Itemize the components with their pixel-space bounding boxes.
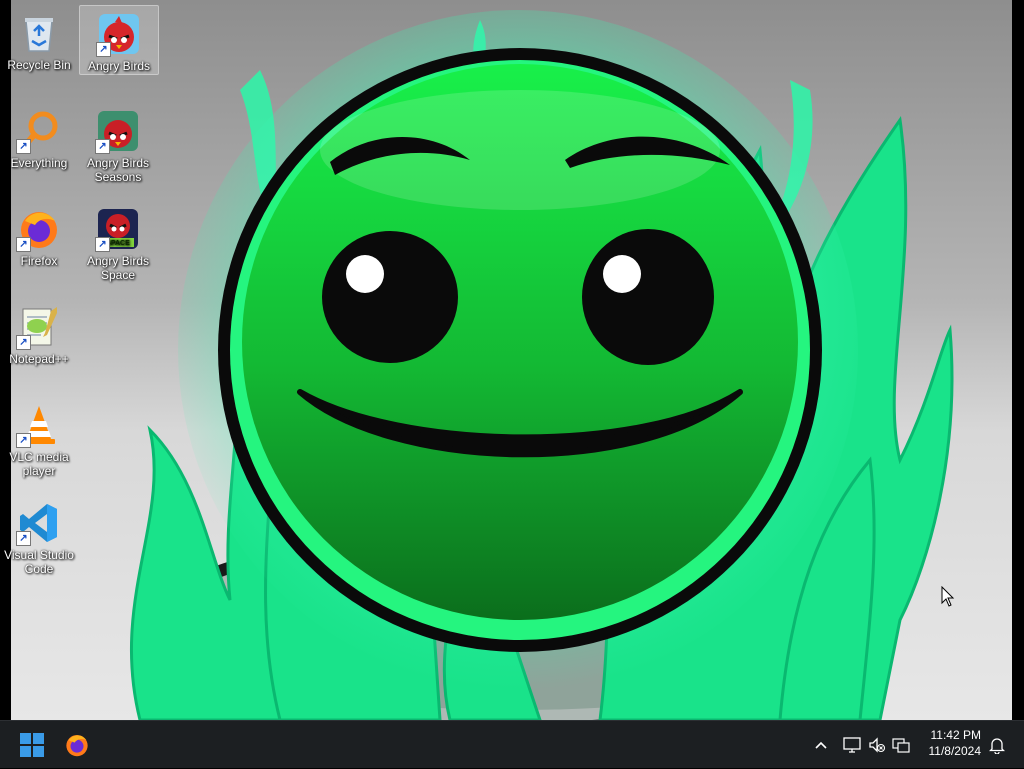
desktop[interactable]: Recycle Bin ↗ Angry Birds ↗ Everything ↗… <box>0 0 1024 720</box>
shortcut-arrow-icon: ↗ <box>16 139 31 154</box>
angry-birds-seasons-icon: ↗ <box>95 109 140 154</box>
vlc-icon: ↗ <box>16 403 61 448</box>
clock-date: 11/8/2024 <box>928 744 982 758</box>
tray-overflow-chevron-icon[interactable] <box>810 734 832 756</box>
taskbar: 11:42 PM 11/8/2024 <box>0 720 1024 768</box>
shortcut-arrow-icon: ↗ <box>16 335 31 350</box>
desktop-icon-vlc[interactable]: ↗ VLC media player <box>0 397 78 478</box>
firefox-icon <box>66 734 88 757</box>
firefox-icon: ↗ <box>16 207 61 252</box>
notepad-plus-plus-icon: ↗ <box>16 305 61 350</box>
desktop-icon-recycle-bin[interactable]: Recycle Bin <box>0 5 78 72</box>
desktop-icon-notepad-plus-plus[interactable]: ↗ Notepad++ <box>0 299 78 366</box>
desktop-right-border <box>1012 0 1024 720</box>
everything-search-icon: ↗ <box>16 109 61 154</box>
system-clock[interactable]: 11:42 PM 11/8/2024 <box>911 727 982 759</box>
clock-time: 11:42 PM <box>930 728 981 742</box>
angry-birds-space-icon: SPACE ↗ <box>95 207 140 252</box>
desktop-icon-firefox[interactable]: ↗ Firefox <box>0 201 78 268</box>
desktop-icon-label: Angry Birds Seasons <box>86 156 150 184</box>
desktop-icon-label: Everything <box>10 156 68 170</box>
angry-birds-icon: ↗ <box>96 12 141 57</box>
desktop-icon-label: Notepad++ <box>9 352 69 366</box>
desktop-icon-everything[interactable]: ↗ Everything <box>0 103 78 170</box>
desktop-icon-label: VLC media player <box>9 450 69 478</box>
volume-muted-icon[interactable] <box>866 734 888 756</box>
mouse-cursor-icon <box>941 586 955 607</box>
bell-icon[interactable] <box>986 734 1008 756</box>
desktop-icon-label: Visual Studio Code <box>4 548 74 576</box>
language-icon[interactable] <box>890 734 912 756</box>
windows-start-icon <box>20 733 44 757</box>
desktop-icon-label: Angry Birds Space <box>86 254 150 282</box>
desktop-icon-vscode[interactable]: ↗ Visual Studio Code <box>0 495 78 576</box>
desktop-icon-label: Recycle Bin <box>7 58 71 72</box>
network-icon[interactable] <box>841 734 863 756</box>
desktop-icon-label: Firefox <box>20 254 58 268</box>
desktop-icon-label: Angry Birds <box>87 59 151 73</box>
shortcut-arrow-icon: ↗ <box>16 433 31 448</box>
vscode-icon: ↗ <box>16 501 61 546</box>
desktop-icon-angry-birds-seasons[interactable]: ↗ Angry Birds Seasons <box>79 103 157 184</box>
shortcut-arrow-icon: ↗ <box>95 237 110 252</box>
taskbar-pinned-firefox[interactable] <box>55 721 99 769</box>
desktop-icon-angry-birds-space[interactable]: SPACE ↗ Angry Birds Space <box>79 201 157 282</box>
shortcut-arrow-icon: ↗ <box>96 42 111 57</box>
shortcut-arrow-icon: ↗ <box>16 531 31 546</box>
shortcut-arrow-icon: ↗ <box>16 237 31 252</box>
desktop-icon-angry-birds[interactable]: ↗ Angry Birds <box>79 5 159 75</box>
shortcut-arrow-icon: ↗ <box>95 139 110 154</box>
start-button[interactable] <box>10 721 54 769</box>
recycle-bin-icon <box>17 11 61 55</box>
